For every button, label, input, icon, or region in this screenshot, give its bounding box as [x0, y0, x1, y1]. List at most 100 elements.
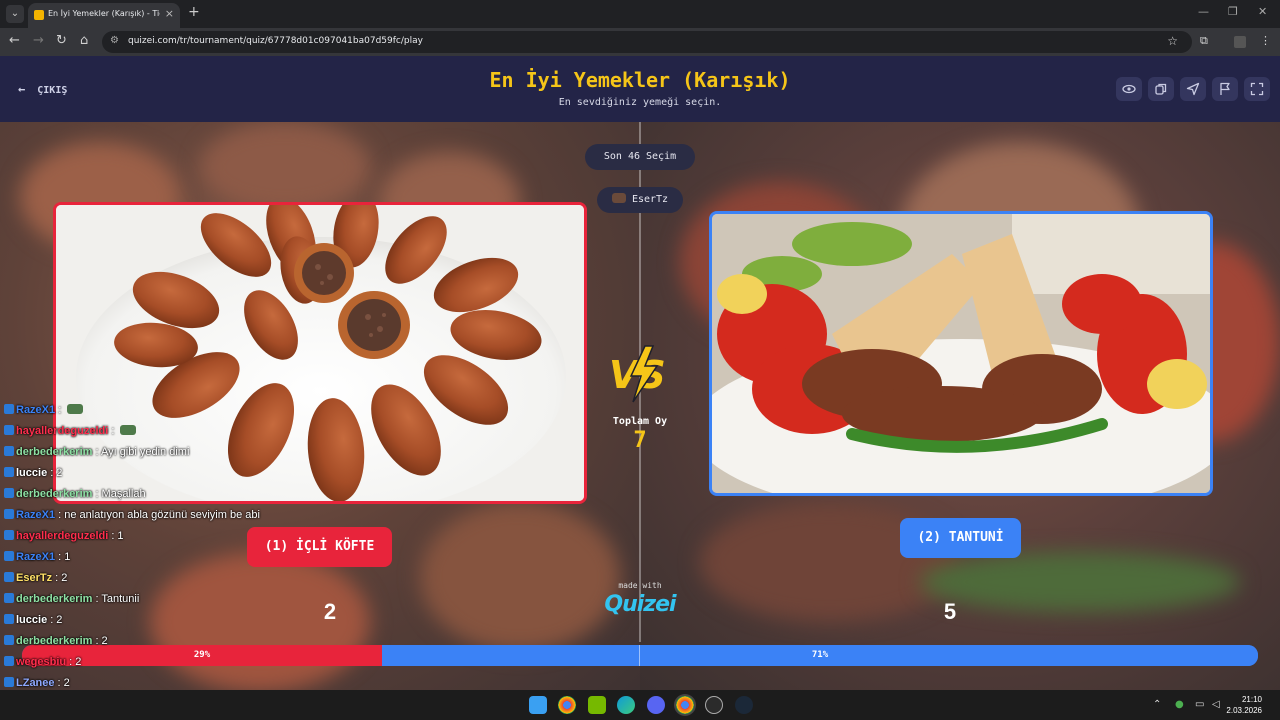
- reload-icon[interactable]: ↻: [56, 33, 67, 48]
- tantuni-illustration: [712, 214, 1210, 493]
- tab-title: En İyi Yemekler (Karışık) - Tier L: [48, 9, 160, 18]
- chat-badge-icon: [4, 530, 14, 540]
- chat-badge-icon: [4, 488, 14, 498]
- menu-icon[interactable]: ⋮: [1260, 34, 1271, 47]
- system-clock[interactable]: 21:10 2.03.2026: [1226, 694, 1262, 716]
- chat-username[interactable]: LZanee: [16, 677, 55, 689]
- chat-username[interactable]: luccie: [16, 467, 47, 479]
- chrome-active-icon[interactable]: [676, 696, 694, 714]
- chat-username[interactable]: luccie: [16, 614, 47, 626]
- send-button[interactable]: [1180, 77, 1206, 101]
- chat-text: : 2: [69, 656, 82, 668]
- chat-badge-icon: [4, 446, 14, 456]
- minimize-icon[interactable]: —: [1198, 5, 1209, 18]
- browser-tab[interactable]: En İyi Yemekler (Karışık) - Tier L ×: [28, 3, 180, 28]
- chat-message: LZanee: 2: [4, 677, 70, 689]
- eye-icon: [1122, 84, 1136, 94]
- address-bar[interactable]: ⚙ quizei.com/tr/tournament/quiz/67778d01…: [102, 31, 1192, 53]
- copy-icon: [1155, 83, 1167, 95]
- exit-label: ÇIKIŞ: [37, 85, 68, 96]
- chrome-icon[interactable]: [558, 696, 576, 714]
- flag-icon: [1220, 82, 1230, 95]
- bookmark-star-icon[interactable]: ☆: [1167, 34, 1178, 48]
- chat-username[interactable]: hayallerdeguzeldi: [16, 425, 108, 437]
- chat-text: : 2: [55, 572, 68, 584]
- microphone-icon[interactable]: ●: [1175, 699, 1184, 710]
- chat-message: RazeX1: ne anlatıyon abla gözünü seviyim…: [4, 509, 260, 521]
- network-icon[interactable]: ▭: [1195, 699, 1204, 710]
- new-tab-button[interactable]: +: [188, 4, 200, 20]
- windows-taskbar: ⌃ ● ▭ ◁ 21:10 2.03.2026: [0, 690, 1280, 720]
- choice-right-button[interactable]: (2) TANTUNİ: [900, 518, 1021, 558]
- flag-button[interactable]: [1212, 77, 1238, 101]
- stream-chat-overlay: RazeX1 : hayallerdeguzeldi : derbederkerim…: [0, 386, 420, 720]
- clock-time: 21:10: [1241, 695, 1262, 704]
- quizei-logo[interactable]: Quizei: [590, 592, 690, 617]
- profile-icon[interactable]: [1234, 36, 1246, 48]
- chat-username[interactable]: derbederkerim: [16, 635, 92, 647]
- exit-button[interactable]: ← ÇIKIŞ: [18, 82, 67, 96]
- chat-username[interactable]: EserTz: [16, 572, 52, 584]
- extensions-icon[interactable]: ⧉: [1200, 34, 1208, 48]
- tray-chevron-icon[interactable]: ⌃: [1153, 699, 1161, 710]
- chat-message: luccie: 2: [4, 614, 62, 626]
- start-icon[interactable]: [529, 696, 547, 714]
- chat-badge-icon: [4, 551, 14, 561]
- chat-badge-icon: [4, 425, 14, 435]
- chat-message: EserTz: 2: [4, 572, 67, 584]
- chat-message: derbederkerim: Tantunii: [4, 593, 139, 605]
- chat-emote-icon: [120, 425, 137, 435]
- discord-icon[interactable]: [647, 696, 665, 714]
- right-option-image[interactable]: [709, 211, 1213, 496]
- right-percent-label: 71%: [811, 650, 829, 660]
- versus-icon: VS: [605, 344, 675, 408]
- screen: ⌄ En İyi Yemekler (Karışık) - Tier L × +…: [0, 0, 1280, 720]
- edge-icon[interactable]: [617, 696, 635, 714]
- chat-username[interactable]: derbederkerim: [16, 488, 92, 500]
- total-votes-label: Toplam Oy: [612, 416, 668, 427]
- chat-username[interactable]: wegesbiu: [16, 656, 66, 668]
- obs-icon[interactable]: [705, 696, 723, 714]
- volume-icon[interactable]: ◁: [1212, 699, 1220, 710]
- clock-date: 2.03.2026: [1226, 706, 1262, 715]
- right-vote-count: 5: [943, 599, 957, 624]
- browser-toolbar: ← → ↻ ⌂ ⚙ quizei.com/tr/tournament/quiz/…: [0, 28, 1280, 56]
- home-icon[interactable]: ⌂: [80, 33, 88, 48]
- forward-icon[interactable]: →: [33, 33, 44, 48]
- chat-message: wegesbiu: 2: [4, 656, 81, 668]
- chat-username[interactable]: derbederkerim: [16, 593, 92, 605]
- chat-message: RazeX1: 1: [4, 551, 70, 563]
- steam-icon[interactable]: [735, 696, 753, 714]
- copy-button[interactable]: [1148, 77, 1174, 101]
- fullscreen-button[interactable]: [1244, 77, 1270, 101]
- chat-username[interactable]: RazeX1: [16, 551, 55, 563]
- nvidia-icon[interactable]: [588, 696, 606, 714]
- window-close-icon[interactable]: ✕: [1258, 5, 1267, 18]
- chat-text: : 1: [58, 551, 71, 563]
- restore-icon[interactable]: ❐: [1228, 5, 1238, 18]
- chat-text: : 2: [50, 467, 63, 479]
- browser-tab-bar: ⌄ En İyi Yemekler (Karışık) - Tier L × +…: [0, 0, 1280, 28]
- chat-badge-icon: [4, 656, 14, 666]
- tab-favicon-icon: [34, 10, 44, 20]
- total-votes-value: 7: [633, 428, 647, 453]
- site-info-icon[interactable]: ⚙: [110, 35, 119, 46]
- chat-username[interactable]: RazeX1: [16, 404, 55, 416]
- eye-button[interactable]: [1116, 77, 1142, 101]
- chat-username[interactable]: derbederkerim: [16, 446, 92, 458]
- tab-list-dropdown-icon[interactable]: ⌄: [6, 5, 24, 23]
- chat-username[interactable]: RazeX1: [16, 509, 55, 521]
- chat-message: derbederkerim: Ayı gibi yedin dimi: [4, 446, 189, 458]
- last-choices-pill: Son 46 Seçim: [585, 144, 695, 170]
- quiz-title: En İyi Yemekler (Karışık): [489, 68, 791, 92]
- chat-badge-icon: [4, 593, 14, 603]
- url-text: quizei.com/tr/tournament/quiz/67778d01c0…: [128, 36, 423, 46]
- arrow-left-icon: ←: [18, 82, 26, 96]
- tab-close-icon[interactable]: ×: [165, 7, 174, 20]
- back-icon[interactable]: ←: [9, 33, 20, 48]
- chat-emote-icon: [67, 404, 84, 414]
- voter-avatar-icon: [611, 193, 626, 203]
- chat-text: : Tantunii: [95, 593, 140, 605]
- chat-message: derbederkerim: Maşallah: [4, 488, 146, 500]
- chat-username[interactable]: hayallerdeguzeldi: [16, 530, 108, 542]
